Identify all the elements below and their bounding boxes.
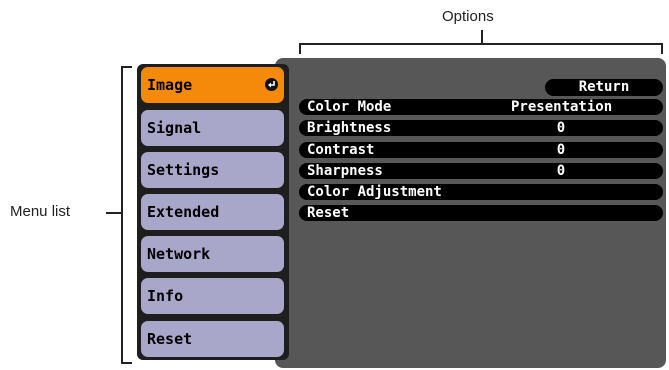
menu-item-signal[interactable]: Signal (141, 110, 284, 146)
options-bracket-bar (299, 43, 663, 45)
menu-item-settings[interactable]: Settings (141, 152, 284, 188)
enter-icon (265, 78, 278, 91)
option-label: Reset (307, 205, 350, 221)
menu-item-extended[interactable]: Extended (141, 194, 284, 230)
option-value: Presentation (511, 99, 613, 115)
menu-list-callout-label: Menu list (10, 203, 71, 220)
option-label: Brightness (307, 120, 392, 136)
menu-item-image[interactable]: Image (141, 67, 284, 103)
menu-item-info[interactable]: Info (141, 278, 284, 314)
option-row-contrast[interactable]: Contrast 0 (299, 142, 663, 158)
menu-item-network[interactable]: Network (141, 236, 284, 272)
option-label: Contrast (307, 142, 375, 158)
options-callout-label: Options (442, 8, 494, 25)
menu-item-label: Network (147, 245, 211, 263)
options-bracket-left-tick (299, 43, 301, 54)
menu-item-label: Image (147, 76, 193, 94)
menu-item-label: Signal (147, 119, 202, 137)
option-label: Color Adjustment (307, 184, 442, 200)
option-value: 0 (556, 163, 566, 179)
menu-item-reset[interactable]: Reset (141, 321, 284, 357)
option-value: 0 (556, 120, 566, 136)
option-value: 0 (556, 142, 566, 158)
option-row-color-adjustment[interactable]: Color Adjustment (299, 184, 663, 200)
menu-item-label: Settings (147, 161, 220, 179)
option-label: Color Mode (307, 99, 392, 115)
menu-list-bracket-bottom-tick (121, 362, 132, 364)
return-button[interactable]: Return (545, 79, 663, 96)
option-row-reset[interactable]: Reset (299, 205, 663, 221)
menu-item-label: Extended (147, 203, 220, 221)
option-row-color-mode[interactable]: Color Mode Presentation (299, 99, 663, 115)
menu-list-bracket-stem (106, 212, 122, 214)
menu-item-label: Info (147, 287, 184, 305)
option-row-brightness[interactable]: Brightness 0 (299, 120, 663, 136)
menu-item-label: Reset (147, 330, 193, 348)
options-bracket-right-tick (661, 43, 663, 54)
menu-list-bracket-top-tick (121, 66, 132, 68)
option-label: Sharpness (307, 163, 383, 179)
options-bracket-stem (481, 30, 483, 44)
menu-list-bracket-bar (121, 66, 123, 364)
option-row-sharpness[interactable]: Sharpness 0 (299, 163, 663, 179)
